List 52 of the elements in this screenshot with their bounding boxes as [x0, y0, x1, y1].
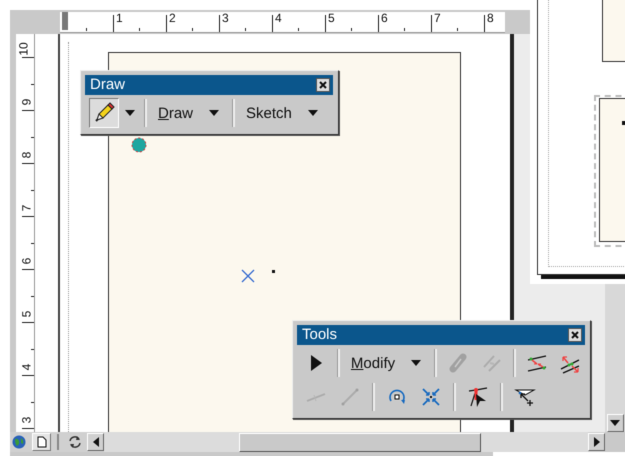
ruler-number: 2: [169, 12, 176, 24]
ruler-number: 6: [381, 12, 388, 24]
toolbar-title: Tools: [302, 326, 338, 344]
scroll-thumb[interactable]: [239, 433, 481, 452]
caret-icon: [411, 360, 422, 366]
caret-icon: [209, 110, 220, 116]
ruler-number: 1: [116, 12, 123, 24]
globe-icon[interactable]: [12, 435, 26, 449]
point-marker: [131, 137, 147, 153]
point-marker: [272, 270, 275, 273]
scale-arrows-icon: [420, 386, 442, 408]
vertical-scrollbar[interactable]: [605, 284, 625, 432]
close-button[interactable]: [316, 78, 330, 92]
caret-icon: [308, 110, 318, 116]
scroll-right-button[interactable]: [588, 433, 605, 451]
ruler-number: 9: [20, 98, 33, 106]
ruler-margin-marker[interactable]: [62, 12, 68, 30]
ruler-number: 5: [328, 12, 335, 24]
vertex-cursor-icon: [467, 386, 489, 408]
ruler-number: 3: [222, 12, 229, 24]
cursor-cross-icon: [240, 268, 256, 284]
ruler-number: 10: [17, 42, 30, 56]
ruler-number: 5: [20, 310, 33, 318]
caret-icon: [92, 437, 98, 447]
pencil-icon: [93, 102, 115, 124]
close-icon: [568, 328, 582, 342]
close-button[interactable]: [568, 328, 582, 342]
close-icon: [316, 78, 330, 92]
ruler-number: 8: [20, 152, 33, 158]
caret-icon: [610, 420, 620, 426]
ruler-number: 4: [275, 12, 282, 24]
caret-icon: [594, 437, 600, 447]
page-button[interactable]: [32, 433, 51, 451]
horizontal-scrollbar[interactable]: [104, 432, 588, 452]
line-endpoints-icon: [339, 386, 361, 408]
refresh-icon: [68, 435, 82, 449]
scroll-left-button[interactable]: [87, 433, 104, 451]
scroll-down-button[interactable]: [606, 414, 624, 432]
caret-icon: [125, 110, 135, 116]
object-marker: [622, 121, 625, 125]
menu-button[interactable]: Modify: [346, 349, 428, 377]
ruler-number: 7: [20, 204, 33, 212]
menu-button[interactable]: Draw: [154, 99, 226, 127]
page-icon: [36, 436, 46, 448]
tool-button[interactable]: [89, 98, 119, 128]
menu-button[interactable]: Sketch: [242, 99, 324, 127]
ruler-number: 8: [487, 12, 494, 24]
toolbar-title: Draw: [90, 76, 126, 94]
ruler-number: 6: [20, 258, 33, 264]
ruler-number: 7: [434, 12, 441, 24]
ruler-number: 4: [20, 364, 33, 370]
ruler-number: 3: [20, 416, 33, 424]
